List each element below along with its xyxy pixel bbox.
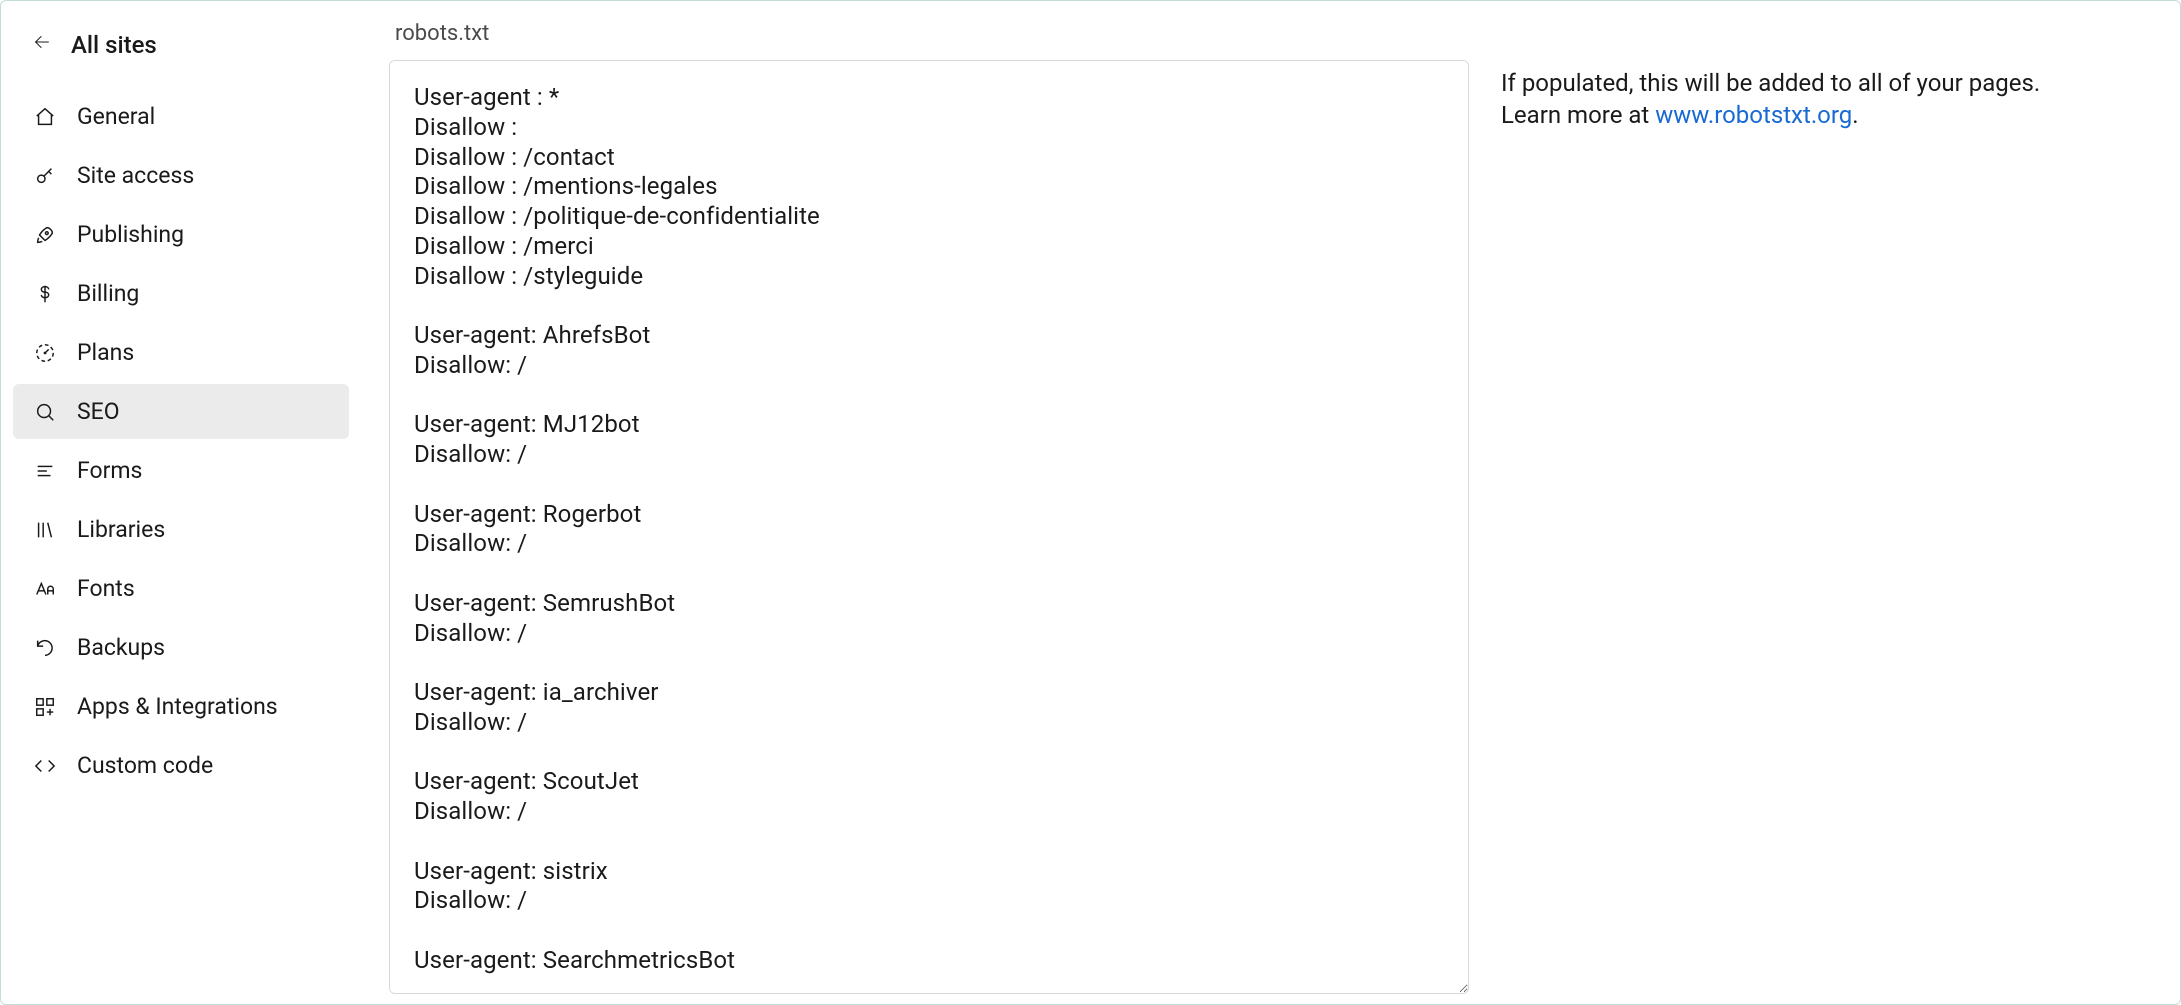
sidebar-item-label: Backups bbox=[77, 634, 165, 661]
sidebar-item-billing[interactable]: Billing bbox=[13, 266, 349, 321]
robots-txt-textarea[interactable] bbox=[389, 60, 1469, 994]
sidebar-item-site-access[interactable]: Site access bbox=[13, 148, 349, 203]
robots-editor-column: robots.txt bbox=[389, 21, 1469, 994]
sidebar-item-forms[interactable]: Forms bbox=[13, 443, 349, 498]
sidebar-item-label: Custom code bbox=[77, 752, 213, 779]
back-label: All sites bbox=[71, 31, 157, 59]
sidebar-item-label: Forms bbox=[77, 457, 142, 484]
sidebar-item-label: Site access bbox=[77, 162, 194, 189]
home-icon bbox=[33, 105, 57, 129]
sidebar-item-apps-integrations[interactable]: Apps & Integrations bbox=[13, 679, 349, 734]
sidebar-item-label: Apps & Integrations bbox=[77, 693, 278, 720]
sidebar-item-label: Fonts bbox=[77, 575, 135, 602]
gauge-icon bbox=[33, 341, 57, 365]
sidebar-item-label: Libraries bbox=[77, 516, 165, 543]
sidebar-item-libraries[interactable]: Libraries bbox=[13, 502, 349, 557]
sidebar-item-general[interactable]: General bbox=[13, 89, 349, 144]
sidebar-item-label: Publishing bbox=[77, 221, 184, 248]
sidebar-item-custom-code[interactable]: Custom code bbox=[13, 738, 349, 793]
sidebar: All sites General Site access Publishing… bbox=[1, 1, 361, 1004]
lines-icon bbox=[33, 459, 57, 483]
arrow-left-icon bbox=[31, 31, 53, 59]
main-content: robots.txt If populated, this will be ad… bbox=[361, 1, 2180, 1004]
search-icon bbox=[33, 400, 57, 424]
robotstxt-link[interactable]: www.robotstxt.org bbox=[1655, 101, 1852, 129]
key-icon bbox=[33, 164, 57, 188]
sidebar-item-seo[interactable]: SEO bbox=[13, 384, 349, 439]
sidebar-item-label: Plans bbox=[77, 339, 134, 366]
code-icon bbox=[33, 754, 57, 778]
sidebar-item-fonts[interactable]: Fonts bbox=[13, 561, 349, 616]
help-text-after: . bbox=[1852, 101, 1858, 129]
sidebar-item-label: Billing bbox=[77, 280, 139, 307]
undo-icon bbox=[33, 636, 57, 660]
dollar-icon bbox=[33, 282, 57, 306]
sidebar-nav: General Site access Publishing Billing P… bbox=[13, 89, 349, 793]
grid-plus-icon bbox=[33, 695, 57, 719]
sidebar-item-backups[interactable]: Backups bbox=[13, 620, 349, 675]
sidebar-item-label: General bbox=[77, 103, 155, 130]
sidebar-item-publishing[interactable]: Publishing bbox=[13, 207, 349, 262]
rocket-icon bbox=[33, 223, 57, 247]
sidebar-item-label: SEO bbox=[77, 398, 120, 425]
library-icon bbox=[33, 518, 57, 542]
sidebar-item-plans[interactable]: Plans bbox=[13, 325, 349, 380]
section-title: robots.txt bbox=[389, 21, 1469, 46]
back-all-sites[interactable]: All sites bbox=[13, 21, 349, 89]
fonts-icon bbox=[33, 577, 57, 601]
help-text: If populated, this will be added to all … bbox=[1501, 21, 2061, 994]
